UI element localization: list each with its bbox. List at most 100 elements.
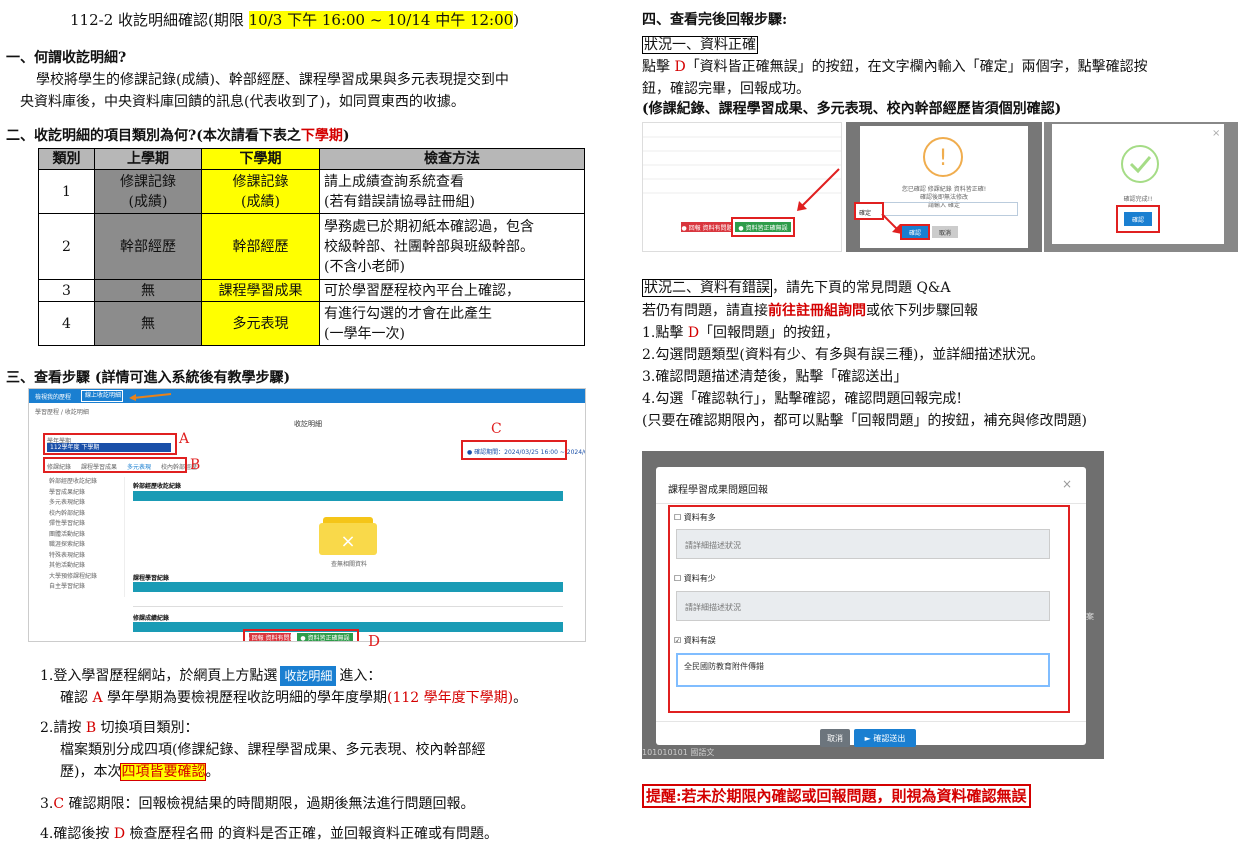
dialog-confirm-button: 確認 <box>900 224 930 240</box>
side-item: 其他活動紀錄 <box>49 562 86 569</box>
frame-ok-btn <box>731 217 795 237</box>
modal-footer-divider <box>656 721 1086 722</box>
problem-modal-shot: 檔案 101010101 國語文 課程學習成果問題回報 × ☐ 資料有多 請詳細… <box>642 451 1104 759</box>
side-item: 校內幹部紀錄 <box>49 509 86 517</box>
option-extra: ☐ 資料有多 <box>674 513 716 522</box>
reminder-note: 提醒:若未於期限內確認或回報問題，則視為資料確認無誤 <box>642 784 1031 808</box>
red-arrow-icon-2 <box>881 213 902 234</box>
panel3-title: 修課成績紀錄 <box>133 615 170 622</box>
confirm-dialog-shot: ! 您已確認 修課紀錄 資料皆正確! 確認後即無法修改 請輸入 確定 確定 確認… <box>846 122 1042 252</box>
close-icon: × <box>1212 128 1221 139</box>
row2-no: 2 <box>38 213 95 280</box>
row1-upper: 修課記錄 (成績) <box>94 169 202 214</box>
side-item: 職涯探索紀錄 <box>49 541 86 548</box>
case2-line3: 2.勾選問題類型(資料有少、有多與有誤三種)，並詳細描述狀況。 <box>642 347 1045 363</box>
step2-detail2: 歷)，本次四項皆要確認。 <box>60 763 220 781</box>
row2-upper: 幹部經歷 <box>94 213 202 280</box>
side-item: 彈性學習紀錄 <box>49 520 86 527</box>
side-item: 大學預修課程紀錄 <box>49 572 98 580</box>
case2-line5: 4.勾選「確認執行」，點擊確認，確認問題回報完成! <box>642 391 962 407</box>
svg-text:×: × <box>340 531 355 552</box>
section3-heading: 三、查看步驟 (詳情可進入系統後有教學步驟) <box>6 370 291 386</box>
done-text: 確認完成!! <box>1123 196 1153 203</box>
label-b: B <box>190 457 201 473</box>
tab-online-receipt: 線上收訖明細 <box>81 390 123 402</box>
row3-no: 3 <box>38 279 95 302</box>
category-table: 類別 上學期 下學期 檢查方法 1 修課記錄 (成績) 修課記錄 (成績) 請上成績… <box>38 148 585 346</box>
step2-detail1: 檔案類別分成四項(修課紀錄、課程學習成果、多元表現、校內幹部經 <box>60 742 486 758</box>
th-method: 檢查方法 <box>319 148 585 170</box>
panel1-title: 幹部經歷收訖紀錄 <box>133 483 182 490</box>
row3-method: 可於學習歷程校內平台上確認， <box>319 279 585 302</box>
section4-heading: 四、查看完後回報步驟: <box>642 12 788 28</box>
row2-lower: 幹部經歷 <box>201 213 320 280</box>
row3-lower: 課程學習成果 <box>201 279 320 302</box>
th-category: 類別 <box>38 148 95 170</box>
modal-close-icon: × <box>1062 477 1073 491</box>
step1-detail: 確認 A 學年學期為要檢視歷程收訖明細的學年度學期(112 學年度下學期)。 <box>60 690 528 706</box>
warning-icon: ! <box>923 137 963 177</box>
dialog-cancel-button: 取消 <box>932 226 958 238</box>
section1-line2: 央資料庫後，中央資料庫回饋的訊息(代表收到了)，如同買東西的收據。 <box>20 94 465 110</box>
case1-note: (修課紀錄、課程學習成果、多元表現、校內幹部經歷皆須個別確認) <box>642 101 1062 117</box>
row1-no: 1 <box>38 169 95 214</box>
system-screenshot: 檢視我的歷程 線上收訖明細 學習歷程 / 收訖明細 收訖明細 學年學期 112學… <box>28 388 586 642</box>
no-data-text: 查無相關資料 <box>331 561 368 568</box>
row4-upper: 無 <box>94 301 202 346</box>
empty-folder-icon: × <box>319 517 377 555</box>
th-lower: 下學期 <box>201 148 320 170</box>
case2-line1: 若仍有問題，請直接前往註冊組詢問或依下列步驟回報 <box>642 303 978 319</box>
panel2-header <box>133 582 563 592</box>
modal-divider <box>656 503 1086 504</box>
system-breadcrumb: 學習歷程 / 收訖明細 <box>35 409 89 416</box>
option-wrong: ☑ 資料有誤 <box>674 636 716 645</box>
modal-cancel-button: 取消 <box>820 729 850 747</box>
row4-lower: 多元表現 <box>201 301 320 346</box>
case1-line1: 點擊 D「資料皆正確無誤」的按鈕，在文字欄內輸入「確定」兩個字，點擊確認按 <box>642 59 1148 75</box>
row3-upper: 無 <box>94 279 202 302</box>
row4-method: 有進行勾選的才會在此產生 (一學年一次) <box>319 301 585 346</box>
extra-description-field: 請詳細描述狀況 <box>676 529 1050 559</box>
send-icon: ► <box>864 733 871 743</box>
deadline-highlight: 10/3 下午 16:00 ~ 10/14 中午 12:00 <box>248 11 514 29</box>
case2-line2: 1.點擊 D「回報問題」的按鈕， <box>642 325 840 341</box>
frame-done-btn <box>1116 205 1160 233</box>
side-item: 特殊表現紀錄 <box>49 551 86 559</box>
panel1-header <box>133 491 563 501</box>
system-page-title: 收訖明細 <box>294 420 322 428</box>
receipt-menu-button: 收訖明細 <box>280 666 337 686</box>
case2-line4: 3.確認問題描述清楚後，點擊「確認送出」 <box>642 369 908 385</box>
side-item: 多元表現紀錄 <box>49 499 86 506</box>
modal-submit-button: ► 確認送出 <box>854 729 916 747</box>
svg-text:!: ! <box>939 146 948 171</box>
row1-lower: 修課記錄 (成績) <box>201 169 320 214</box>
case2-line6: (只要在確認期限內，都可以點擊「回報問題」的按鈕，補充與修改問題) <box>642 413 1087 429</box>
section1-line1: 學校將學生的修課記錄(成績)、幹部經歷、課程學習成果與多元表現提交到中 <box>36 72 509 88</box>
row2-method: 學務處已於期初紙本確認過，包含 校級幹部、社團幹部與班級幹部。 (不含小老師) <box>319 213 585 280</box>
side-list: 幹部經歷收訖紀錄 學習成果紀錄 多元表現紀錄 校內幹部紀錄 彈性學習紀錄 團體活… <box>43 477 125 597</box>
side-item: 團體活動紀錄 <box>49 530 86 538</box>
frame-d <box>243 629 359 641</box>
red-arrow-icon <box>797 168 840 211</box>
frame-c <box>461 440 567 460</box>
doc-title: 112-2 收訖明細確認(期限 10/3 下午 16:00 ~ 10/14 中午… <box>70 11 520 29</box>
confirm-done-shot: × 確認完成!! 確認 <box>1044 122 1238 252</box>
section2-heading: 二、收訖明細的項目類別為何?(本次請看下表之下學期) <box>6 128 350 144</box>
missing-description-field: 請詳細描述狀況 <box>676 591 1050 621</box>
confirm-shot-1: ● 回報 資料有問題 ● 資料皆正確無誤 <box>642 122 842 252</box>
section1-heading: 一、何謂收訖明細? <box>6 50 127 66</box>
side-item: 學習成果紀錄 <box>49 488 86 496</box>
step2-line: 2.請按 B 切換項目類別： <box>40 720 199 736</box>
label-d: D <box>368 632 381 650</box>
th-upper: 上學期 <box>94 148 202 170</box>
step1-line: 1.登入學習歷程網站，於網頁上方點選 收訖明細 進入： <box>40 666 382 686</box>
case1-title: 狀況一、資料正確 <box>642 36 758 54</box>
label-a: A <box>179 431 190 447</box>
wrong-description-field: 全民國防教育附件傳錯 <box>676 653 1050 687</box>
label-c: C <box>491 421 502 437</box>
option-missing: ☐ 資料有少 <box>674 574 716 583</box>
case2-title: 狀況二、資料有錯誤 ，請先下頁的常見問題 Q&A <box>642 279 951 297</box>
bg-row-text: 101010101 國語文 <box>642 748 715 757</box>
panel2-title: 課程學習紀錄 <box>133 575 170 582</box>
step3-line: 3.C 確認期限：回報檢視結果的時間期限，過期後無法進行問題回報。 <box>40 796 475 812</box>
